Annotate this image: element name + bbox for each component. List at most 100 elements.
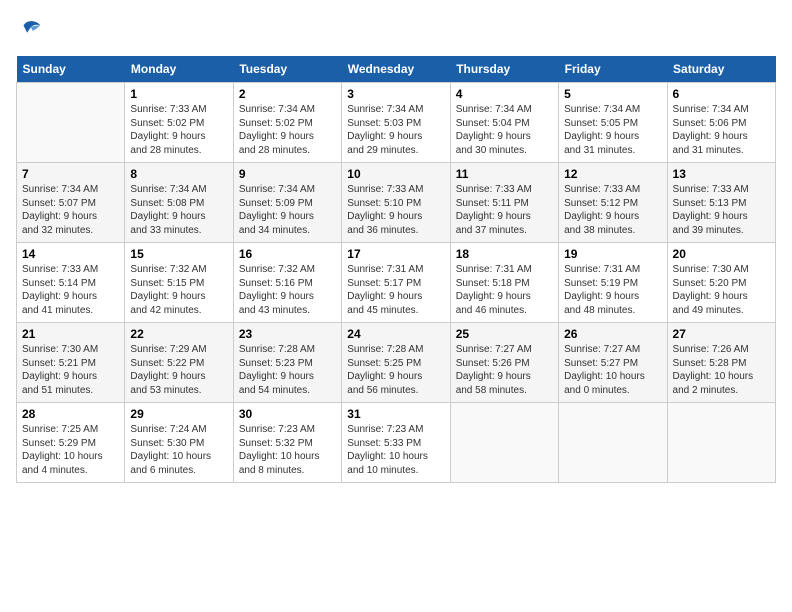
day-number: 29 <box>130 407 227 421</box>
day-info: Sunrise: 7:34 AM Sunset: 5:08 PM Dayligh… <box>130 183 227 237</box>
day-cell <box>17 83 125 163</box>
day-info: Sunrise: 7:27 AM Sunset: 5:26 PM Dayligh… <box>456 343 553 397</box>
day-number: 20 <box>673 247 770 261</box>
day-info: Sunrise: 7:33 AM Sunset: 5:10 PM Dayligh… <box>347 183 444 237</box>
header-row: SundayMondayTuesdayWednesdayThursdayFrid… <box>17 56 776 83</box>
day-number: 10 <box>347 167 444 181</box>
day-number: 18 <box>456 247 553 261</box>
day-cell: 5 Sunrise: 7:34 AM Sunset: 5:05 PM Daylig… <box>559 83 667 163</box>
day-cell: 15 Sunrise: 7:32 AM Sunset: 5:15 PM Dayli… <box>125 243 233 323</box>
day-info: Sunrise: 7:23 AM Sunset: 5:33 PM Dayligh… <box>347 423 444 477</box>
day-number: 2 <box>239 87 336 101</box>
day-cell: 21 Sunrise: 7:30 AM Sunset: 5:21 PM Dayli… <box>17 323 125 403</box>
day-info: Sunrise: 7:25 AM Sunset: 5:29 PM Dayligh… <box>22 423 119 477</box>
day-cell: 23Sunrise: 7:28 AM Sunset: 5:23 PM Dayli… <box>233 323 341 403</box>
day-number: 11 <box>456 167 553 181</box>
day-number: 25 <box>456 327 553 341</box>
day-info: Sunrise: 7:31 AM Sunset: 5:19 PM Dayligh… <box>564 263 661 317</box>
day-info: Sunrise: 7:30 AM Sunset: 5:20 PM Dayligh… <box>673 263 770 317</box>
day-number: 16 <box>239 247 336 261</box>
day-number: 12 <box>564 167 661 181</box>
day-info: Sunrise: 7:33 AM Sunset: 5:02 PM Dayligh… <box>130 103 227 157</box>
day-number: 6 <box>673 87 770 101</box>
day-number: 31 <box>347 407 444 421</box>
day-cell: 8 Sunrise: 7:34 AM Sunset: 5:08 PM Daylig… <box>125 163 233 243</box>
day-info: Sunrise: 7:34 AM Sunset: 5:05 PM Dayligh… <box>564 103 661 157</box>
day-cell: 4Sunrise: 7:34 AM Sunset: 5:04 PM Daylig… <box>450 83 558 163</box>
week-row-0: 1 Sunrise: 7:33 AM Sunset: 5:02 PM Daylig… <box>17 83 776 163</box>
day-number: 15 <box>130 247 227 261</box>
day-info: Sunrise: 7:26 AM Sunset: 5:28 PM Dayligh… <box>673 343 770 397</box>
day-cell: 13 Sunrise: 7:33 AM Sunset: 5:13 PM Dayli… <box>667 163 775 243</box>
day-info: Sunrise: 7:33 AM Sunset: 5:13 PM Dayligh… <box>673 183 770 237</box>
day-info: Sunrise: 7:31 AM Sunset: 5:17 PM Dayligh… <box>347 263 444 317</box>
day-info: Sunrise: 7:24 AM Sunset: 5:30 PM Dayligh… <box>130 423 227 477</box>
day-cell: 25 Sunrise: 7:27 AM Sunset: 5:26 PM Dayli… <box>450 323 558 403</box>
day-cell: 16Sunrise: 7:32 AM Sunset: 5:16 PM Dayli… <box>233 243 341 323</box>
day-cell: 31 Sunrise: 7:23 AM Sunset: 5:33 PM Dayli… <box>342 403 450 483</box>
day-info: Sunrise: 7:33 AM Sunset: 5:14 PM Dayligh… <box>22 263 119 317</box>
header-wednesday: Wednesday <box>342 56 450 83</box>
logo-bird-icon <box>16 16 44 44</box>
header-thursday: Thursday <box>450 56 558 83</box>
day-number: 3 <box>347 87 444 101</box>
day-cell: 26 Sunrise: 7:27 AM Sunset: 5:27 PM Dayli… <box>559 323 667 403</box>
day-number: 26 <box>564 327 661 341</box>
day-number: 17 <box>347 247 444 261</box>
day-number: 24 <box>347 327 444 341</box>
day-cell: 17 Sunrise: 7:31 AM Sunset: 5:17 PM Dayli… <box>342 243 450 323</box>
day-cell <box>450 403 558 483</box>
day-cell: 19 Sunrise: 7:31 AM Sunset: 5:19 PM Dayli… <box>559 243 667 323</box>
day-cell: 7 Sunrise: 7:34 AM Sunset: 5:07 PM Daylig… <box>17 163 125 243</box>
day-cell: 20 Sunrise: 7:30 AM Sunset: 5:20 PM Dayli… <box>667 243 775 323</box>
day-number: 13 <box>673 167 770 181</box>
week-row-3: 21 Sunrise: 7:30 AM Sunset: 5:21 PM Dayli… <box>17 323 776 403</box>
day-number: 1 <box>130 87 227 101</box>
day-number: 27 <box>673 327 770 341</box>
day-cell: 12Sunrise: 7:33 AM Sunset: 5:12 PM Dayli… <box>559 163 667 243</box>
day-number: 7 <box>22 167 119 181</box>
day-info: Sunrise: 7:28 AM Sunset: 5:23 PM Dayligh… <box>239 343 336 397</box>
header-tuesday: Tuesday <box>233 56 341 83</box>
page-header <box>16 16 776 44</box>
day-cell: 30Sunrise: 7:23 AM Sunset: 5:32 PM Dayli… <box>233 403 341 483</box>
day-number: 9 <box>239 167 336 181</box>
day-info: Sunrise: 7:32 AM Sunset: 5:15 PM Dayligh… <box>130 263 227 317</box>
day-cell: 28 Sunrise: 7:25 AM Sunset: 5:29 PM Dayli… <box>17 403 125 483</box>
day-cell: 18 Sunrise: 7:31 AM Sunset: 5:18 PM Dayli… <box>450 243 558 323</box>
day-info: Sunrise: 7:23 AM Sunset: 5:32 PM Dayligh… <box>239 423 336 477</box>
day-info: Sunrise: 7:34 AM Sunset: 5:06 PM Dayligh… <box>673 103 770 157</box>
day-number: 28 <box>22 407 119 421</box>
day-info: Sunrise: 7:30 AM Sunset: 5:21 PM Dayligh… <box>22 343 119 397</box>
day-cell: 1 Sunrise: 7:33 AM Sunset: 5:02 PM Daylig… <box>125 83 233 163</box>
day-cell: 29 Sunrise: 7:24 AM Sunset: 5:30 PM Dayli… <box>125 403 233 483</box>
week-row-4: 28 Sunrise: 7:25 AM Sunset: 5:29 PM Dayli… <box>17 403 776 483</box>
day-cell: 2Sunrise: 7:34 AM Sunset: 5:02 PM Daylig… <box>233 83 341 163</box>
day-info: Sunrise: 7:34 AM Sunset: 5:04 PM Dayligh… <box>456 103 553 157</box>
day-cell: 11Sunrise: 7:33 AM Sunset: 5:11 PM Dayli… <box>450 163 558 243</box>
day-number: 22 <box>130 327 227 341</box>
day-number: 5 <box>564 87 661 101</box>
day-cell: 9 Sunrise: 7:34 AM Sunset: 5:09 PM Daylig… <box>233 163 341 243</box>
day-cell: 27 Sunrise: 7:26 AM Sunset: 5:28 PM Dayli… <box>667 323 775 403</box>
day-info: Sunrise: 7:34 AM Sunset: 5:07 PM Dayligh… <box>22 183 119 237</box>
day-number: 19 <box>564 247 661 261</box>
week-row-2: 14Sunrise: 7:33 AM Sunset: 5:14 PM Dayli… <box>17 243 776 323</box>
day-info: Sunrise: 7:31 AM Sunset: 5:18 PM Dayligh… <box>456 263 553 317</box>
day-cell: 14Sunrise: 7:33 AM Sunset: 5:14 PM Dayli… <box>17 243 125 323</box>
day-cell: 6 Sunrise: 7:34 AM Sunset: 5:06 PM Daylig… <box>667 83 775 163</box>
logo <box>16 16 48 44</box>
header-monday: Monday <box>125 56 233 83</box>
day-number: 21 <box>22 327 119 341</box>
day-cell: 24Sunrise: 7:28 AM Sunset: 5:25 PM Dayli… <box>342 323 450 403</box>
day-info: Sunrise: 7:27 AM Sunset: 5:27 PM Dayligh… <box>564 343 661 397</box>
day-cell: 3Sunrise: 7:34 AM Sunset: 5:03 PM Daylig… <box>342 83 450 163</box>
day-cell <box>667 403 775 483</box>
day-cell: 22 Sunrise: 7:29 AM Sunset: 5:22 PM Dayli… <box>125 323 233 403</box>
day-info: Sunrise: 7:29 AM Sunset: 5:22 PM Dayligh… <box>130 343 227 397</box>
week-row-1: 7 Sunrise: 7:34 AM Sunset: 5:07 PM Daylig… <box>17 163 776 243</box>
day-info: Sunrise: 7:34 AM Sunset: 5:09 PM Dayligh… <box>239 183 336 237</box>
header-saturday: Saturday <box>667 56 775 83</box>
day-number: 8 <box>130 167 227 181</box>
header-sunday: Sunday <box>17 56 125 83</box>
